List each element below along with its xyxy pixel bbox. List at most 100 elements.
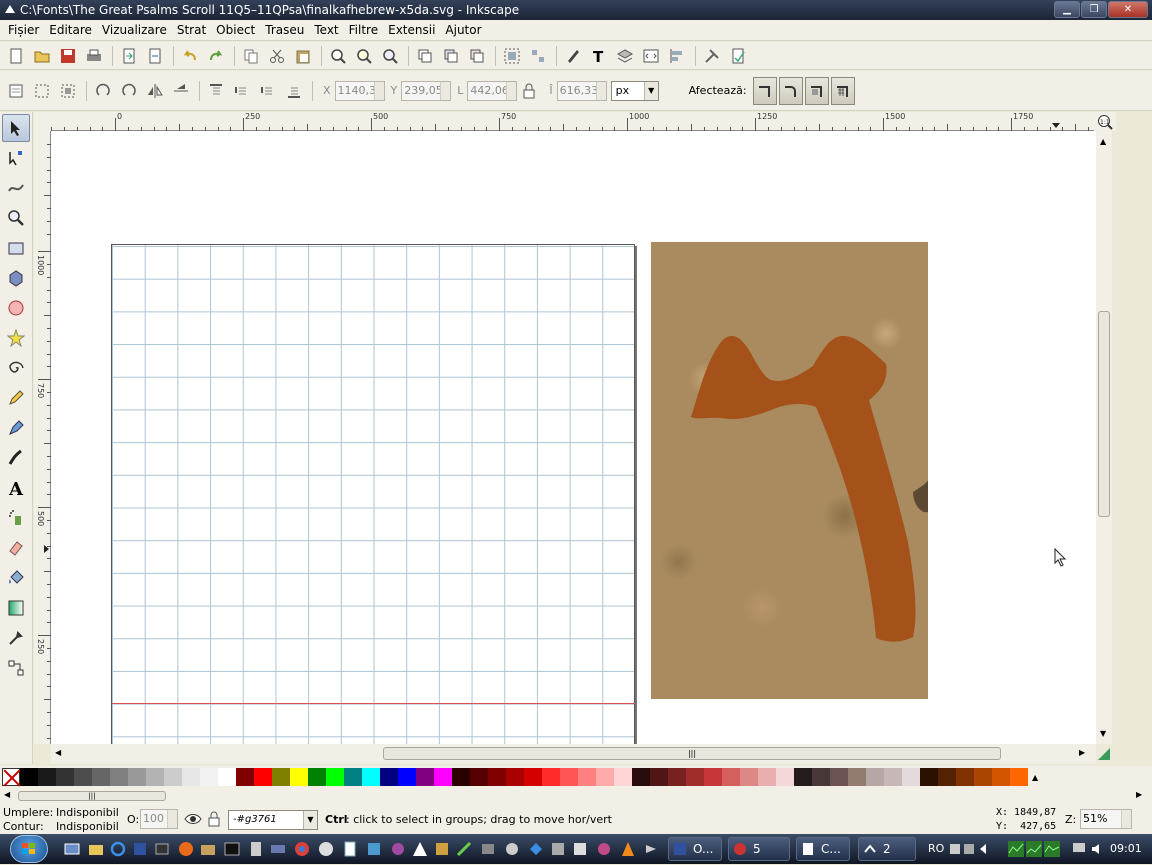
color-swatch[interactable] [992, 768, 1010, 786]
print-icon[interactable] [82, 44, 106, 68]
menu-edit[interactable]: Editare [44, 23, 97, 37]
horizontal-ruler[interactable]: 0 250 500 750 1000 1250 1500 1750 [51, 112, 1094, 131]
color-swatch[interactable] [1010, 768, 1028, 786]
taskbar-item[interactable]: 5 [728, 837, 790, 861]
color-swatch[interactable] [866, 768, 884, 786]
start-button[interactable] [10, 835, 48, 863]
scroll-left-icon[interactable]: ◀ [55, 748, 61, 757]
new-document-icon[interactable] [4, 44, 28, 68]
menu-filters[interactable]: Filtre [344, 23, 383, 37]
menu-text[interactable]: Text [309, 23, 343, 37]
invert-selection-icon[interactable] [56, 79, 80, 103]
color-swatch[interactable] [758, 768, 776, 786]
color-swatch[interactable] [668, 768, 686, 786]
internet-explorer-icon[interactable] [110, 841, 126, 857]
color-management-icon[interactable] [1096, 746, 1112, 762]
scroll-right-icon[interactable]: ▶ [1079, 748, 1085, 757]
taskbar-item[interactable]: O... [668, 837, 722, 861]
menu-extensions[interactable]: Extensii [383, 23, 440, 37]
raise-icon[interactable] [230, 79, 254, 103]
color-swatch[interactable] [560, 768, 578, 786]
vlc-icon[interactable] [620, 841, 636, 857]
app-icon[interactable] [550, 841, 566, 857]
duplicate-icon[interactable] [413, 44, 437, 68]
horizontal-scrollbar[interactable]: ◀ ||| ▶ [51, 744, 1096, 764]
paste-icon[interactable] [291, 44, 315, 68]
app-icon[interactable] [434, 841, 450, 857]
flip-vertical-icon[interactable] [169, 79, 193, 103]
ungroup-icon[interactable] [526, 44, 550, 68]
clone-icon[interactable] [439, 44, 463, 68]
palette-menu-icon[interactable]: ▲ [1032, 773, 1038, 782]
color-swatch[interactable] [236, 768, 254, 786]
connector-tool-icon[interactable] [2, 654, 30, 682]
stroke-value[interactable]: Indisponibil [56, 820, 119, 833]
x-field[interactable]: 1140,35 [334, 80, 385, 101]
color-swatch[interactable] [884, 768, 902, 786]
menu-path[interactable]: Traseu [260, 23, 309, 37]
color-swatch[interactable] [704, 768, 722, 786]
paint-bucket-tool-icon[interactable] [2, 564, 30, 592]
rectangle-tool-icon[interactable] [2, 234, 30, 262]
color-swatch[interactable] [182, 768, 200, 786]
opacity-field[interactable]: 100 [140, 809, 178, 829]
parchment-image[interactable] [651, 242, 928, 699]
lower-to-bottom-icon[interactable] [282, 79, 306, 103]
transform-patterns-toggle[interactable] [830, 76, 855, 105]
color-swatch[interactable] [632, 768, 650, 786]
app-icon[interactable] [596, 841, 612, 857]
menu-view[interactable]: Vizualizare [97, 23, 172, 37]
chrome-icon[interactable] [294, 841, 310, 857]
fill-stroke-icon[interactable] [561, 44, 585, 68]
fill-value[interactable]: Indisponibil [56, 806, 119, 819]
color-swatch[interactable] [722, 768, 740, 786]
firefox-icon[interactable] [178, 841, 194, 857]
current-layer-select[interactable]: -#g3761 ▼ [228, 810, 318, 830]
notepad-icon[interactable] [342, 841, 358, 857]
color-swatch[interactable] [452, 768, 470, 786]
color-swatch[interactable] [308, 768, 326, 786]
horizontal-scroll-thumb[interactable]: ||| [383, 747, 1001, 760]
inkscape-pen-icon[interactable] [456, 841, 472, 857]
zoom-selection-icon[interactable] [326, 44, 350, 68]
spray-tool-icon[interactable] [2, 504, 30, 532]
app-icon[interactable] [480, 841, 496, 857]
color-swatch[interactable] [326, 768, 344, 786]
color-swatch[interactable] [362, 768, 380, 786]
language-indicator[interactable]: RO [928, 842, 944, 855]
color-swatch[interactable] [542, 768, 560, 786]
zoom-tool-icon[interactable] [2, 204, 30, 232]
width-field[interactable]: 442,068 [467, 80, 518, 101]
zoom-field[interactable]: 51% [1080, 809, 1132, 829]
drawing-canvas[interactable] [51, 131, 1096, 744]
color-swatch[interactable] [794, 768, 812, 786]
color-swatch[interactable] [344, 768, 362, 786]
flip-horizontal-icon[interactable] [143, 79, 167, 103]
color-swatch[interactable] [614, 768, 632, 786]
maximize-button[interactable]: ❐ [1081, 1, 1107, 18]
lock-icon[interactable] [517, 79, 541, 103]
palette-scroll-thumb[interactable]: ||| [18, 791, 166, 801]
app-icon[interactable] [390, 841, 406, 857]
export-icon[interactable] [143, 44, 167, 68]
color-swatch[interactable] [650, 768, 668, 786]
spiral-tool-icon[interactable] [2, 354, 30, 382]
color-swatch[interactable] [20, 768, 38, 786]
layers-icon[interactable] [613, 44, 637, 68]
lower-icon[interactable] [256, 79, 280, 103]
undo-icon[interactable] [178, 44, 202, 68]
node-tool-icon[interactable] [2, 144, 30, 172]
calligraphy-tool-icon[interactable] [2, 444, 30, 472]
zoom-page-icon[interactable] [378, 44, 402, 68]
tweak-tool-icon[interactable] [2, 174, 30, 202]
app-icon[interactable] [572, 841, 588, 857]
color-swatch[interactable] [596, 768, 614, 786]
color-swatch[interactable] [920, 768, 938, 786]
color-swatch[interactable] [110, 768, 128, 786]
app-icon[interactable] [504, 841, 520, 857]
preferences-icon[interactable] [700, 44, 724, 68]
pencil-tool-icon[interactable] [2, 384, 30, 412]
color-swatch[interactable] [290, 768, 308, 786]
color-swatch[interactable] [128, 768, 146, 786]
command-prompt-icon[interactable] [224, 841, 240, 857]
